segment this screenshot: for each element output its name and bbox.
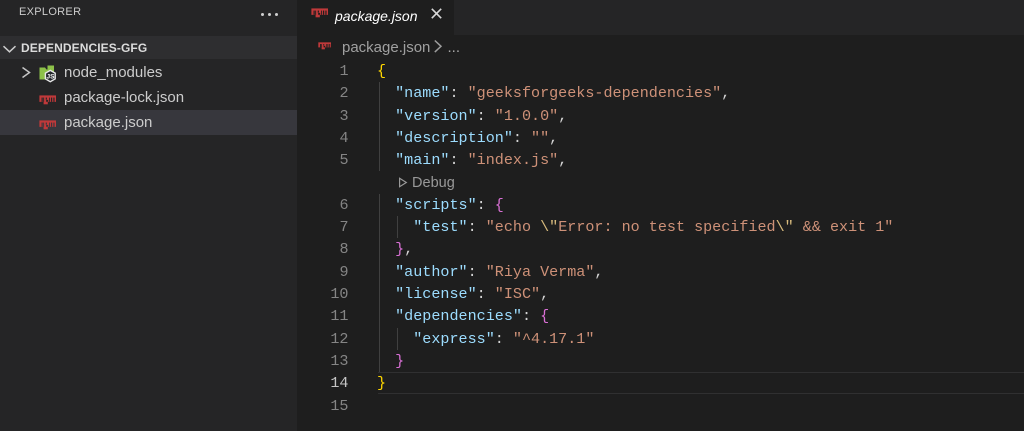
svg-text:JS: JS [47, 74, 56, 81]
